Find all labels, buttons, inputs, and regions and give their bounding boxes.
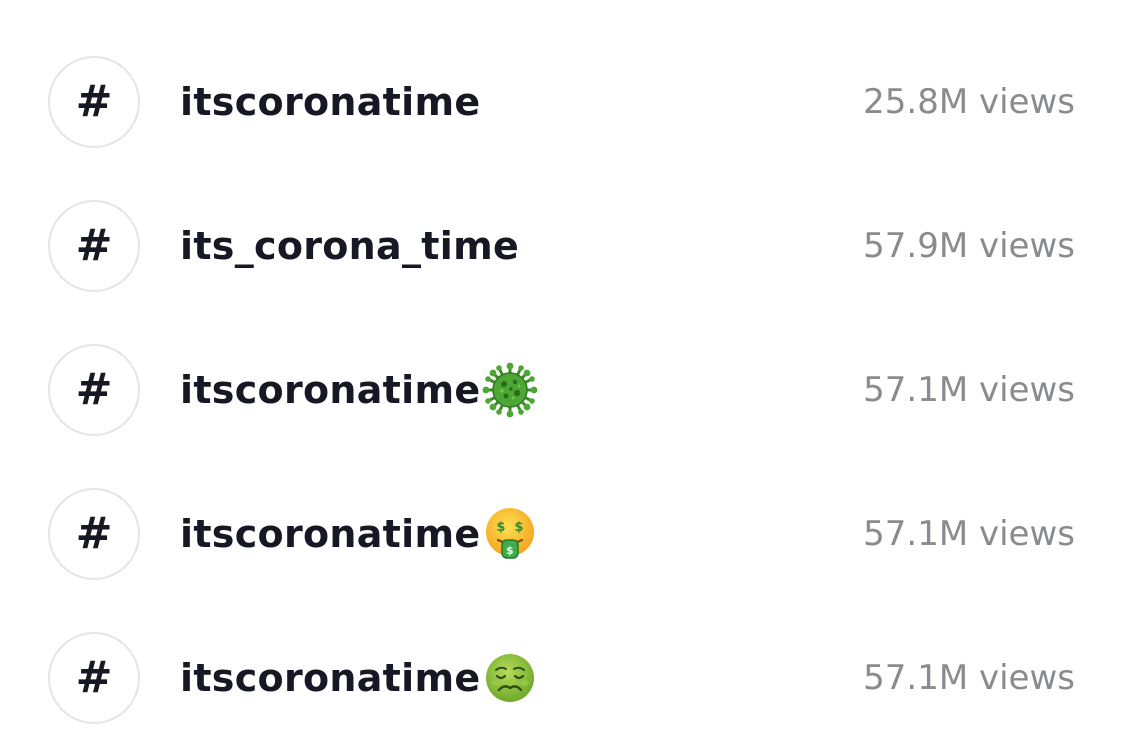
view-count: 57.1M views: [863, 514, 1075, 554]
hashtag-search-results: # itscoronatime 25.8M views # its_corona…: [0, 0, 1125, 748]
nauseated-face-emoji-icon: [482, 650, 538, 706]
hashtag-name-text: itscoronatime: [180, 368, 481, 412]
hashtag-symbol: #: [75, 76, 113, 127]
hashtag-name: its_corona_time: [180, 224, 519, 268]
hashtag-row[interactable]: # itscoronatime $ $ $ 57.1M views: [0, 484, 1125, 584]
hashtag-name-text: itscoronatime: [180, 80, 481, 124]
hashtag-icon: #: [48, 200, 140, 292]
hashtag-name: itscoronatime: [180, 362, 538, 418]
hashtag-icon: #: [48, 344, 140, 436]
hashtag-name-text: itscoronatime: [180, 512, 481, 556]
hashtag-symbol: #: [75, 508, 113, 559]
view-count: 57.1M views: [863, 658, 1075, 698]
hashtag-icon: #: [48, 56, 140, 148]
hashtag-name-text: its_corona_time: [180, 224, 520, 268]
hashtag-row[interactable]: # its_corona_time 57.9M views: [0, 196, 1125, 296]
hashtag-icon: #: [48, 488, 140, 580]
hashtag-name-text: itscoronatime: [180, 656, 481, 700]
view-count: 57.9M views: [863, 226, 1075, 266]
money-mouth-face-emoji-icon: $ $ $: [482, 506, 538, 562]
hashtag-symbol: #: [75, 364, 113, 415]
hashtag-name: itscoronatime $ $ $: [180, 506, 538, 562]
hashtag-row[interactable]: # itscoronatime 25.8M views: [0, 52, 1125, 152]
hashtag-name: itscoronatime: [180, 80, 480, 124]
hashtag-row[interactable]: # itscoronatime 57.1M views: [0, 628, 1125, 728]
hashtag-symbol: #: [75, 220, 113, 271]
svg-text:$: $: [515, 520, 524, 535]
hashtag-name: itscoronatime: [180, 650, 538, 706]
microbe-emoji-icon: [482, 362, 538, 418]
svg-text:$: $: [497, 520, 506, 535]
svg-text:$: $: [506, 544, 514, 557]
view-count: 25.8M views: [863, 82, 1075, 122]
hashtag-symbol: #: [75, 652, 113, 703]
hashtag-row[interactable]: # itscoronatime 57.1M views: [0, 340, 1125, 440]
view-count: 57.1M views: [863, 370, 1075, 410]
hashtag-icon: #: [48, 632, 140, 724]
